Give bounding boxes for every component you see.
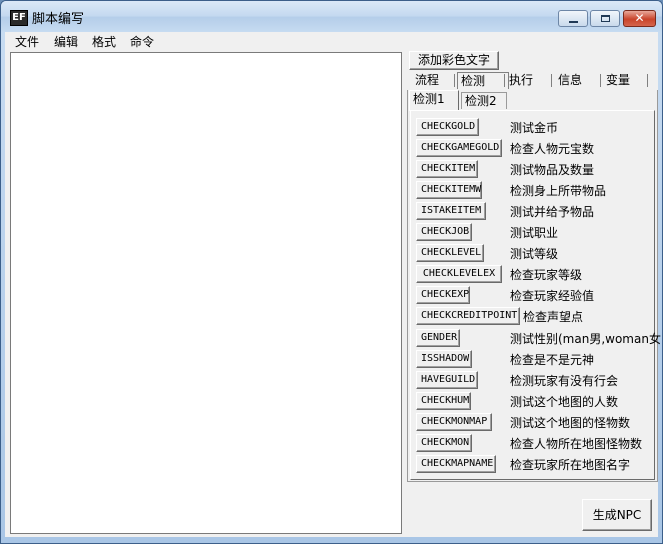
command-description: 测试这个地图的人数 bbox=[510, 395, 619, 409]
command-button[interactable]: CHECKEXP bbox=[416, 286, 470, 304]
command-button[interactable]: CHECKJOB bbox=[416, 223, 472, 241]
app-icon: EF bbox=[10, 10, 28, 26]
command-button[interactable]: CHECKLEVELEX bbox=[416, 265, 502, 283]
generate-npc-button[interactable]: 生成NPC bbox=[582, 499, 652, 531]
close-icon: ✕ bbox=[634, 11, 645, 25]
command-description: 测试等级 bbox=[510, 247, 559, 261]
sub-tab-row: 检测1 检测2 bbox=[407, 90, 658, 111]
menu-file[interactable]: 文件 bbox=[15, 33, 39, 50]
command-description: 测试这个地图的怪物数 bbox=[510, 416, 631, 430]
command-description: 测试职业 bbox=[510, 226, 559, 240]
tab-flow[interactable]: 流程 bbox=[412, 72, 442, 88]
command-description: 测试金币 bbox=[510, 121, 559, 135]
menu-command[interactable]: 命令 bbox=[130, 33, 154, 50]
command-button[interactable]: HAVEGUILD bbox=[416, 371, 478, 389]
command-button[interactable]: CHECKCREDITPOINT bbox=[416, 307, 520, 325]
minimize-icon bbox=[569, 21, 578, 23]
menu-format[interactable]: 格式 bbox=[92, 33, 116, 50]
command-description: 检查玩家所在地图名字 bbox=[510, 458, 631, 472]
tab-separator bbox=[551, 74, 552, 87]
script-editor-window: EF 脚本编写 ✕ 文件 编辑 格式 命令 添加彩色文字 流程 检测 执行 信息… bbox=[0, 0, 663, 544]
tab-separator bbox=[647, 74, 648, 87]
script-editor[interactable] bbox=[10, 52, 402, 534]
maximize-button[interactable] bbox=[590, 10, 620, 27]
tab-check[interactable]: 检测 bbox=[457, 72, 509, 89]
tab-separator bbox=[600, 74, 601, 87]
command-button[interactable]: CHECKLEVEL bbox=[416, 244, 484, 262]
command-description: 检查人物元宝数 bbox=[510, 142, 595, 156]
command-button[interactable]: CHECKGOLD bbox=[416, 118, 479, 136]
command-description: 测试性别(man男,woman女) bbox=[510, 332, 663, 346]
command-button[interactable]: CHECKITEM bbox=[416, 160, 478, 178]
maximize-icon bbox=[601, 15, 610, 22]
command-button[interactable]: ISTAKEITEM bbox=[416, 202, 486, 220]
menu-bar: 文件 编辑 格式 命令 bbox=[5, 32, 658, 50]
tab-info[interactable]: 信息 bbox=[555, 72, 585, 88]
title-bar[interactable]: EF 脚本编写 ✕ bbox=[1, 1, 662, 32]
command-button[interactable]: GENDER bbox=[416, 329, 460, 347]
add-color-text-button[interactable]: 添加彩色文字 bbox=[409, 51, 499, 70]
command-description: 检查玩家等级 bbox=[510, 268, 583, 282]
command-description: 检查声望点 bbox=[523, 310, 584, 324]
command-description: 检查人物所在地图怪物数 bbox=[510, 437, 643, 451]
minimize-button[interactable] bbox=[558, 10, 588, 27]
tab-variable[interactable]: 变量 bbox=[603, 72, 633, 88]
command-button[interactable]: CHECKMONMAP bbox=[416, 413, 492, 431]
command-button[interactable]: CHECKGAMEGOLD bbox=[416, 139, 502, 157]
command-button[interactable]: CHECKITEMW bbox=[416, 181, 482, 199]
command-button[interactable]: CHECKMAPNAME bbox=[416, 455, 496, 473]
menu-edit[interactable]: 编辑 bbox=[54, 33, 78, 50]
command-description: 检测玩家有没有行会 bbox=[510, 374, 619, 388]
command-button[interactable]: CHECKHUM bbox=[416, 392, 471, 410]
command-description: 检测身上所带物品 bbox=[510, 184, 607, 198]
tab-check1[interactable]: 检测1 bbox=[409, 90, 459, 111]
tab-execute[interactable]: 执行 bbox=[506, 72, 536, 88]
window-title: 脚本编写 bbox=[32, 12, 85, 27]
tab-separator bbox=[454, 74, 455, 87]
command-description: 测试物品及数量 bbox=[510, 163, 595, 177]
close-button[interactable]: ✕ bbox=[623, 10, 656, 27]
command-description: 测试并给予物品 bbox=[510, 205, 595, 219]
tab-check2[interactable]: 检测2 bbox=[461, 92, 507, 109]
command-button[interactable]: ISSHADOW bbox=[416, 350, 472, 368]
client-area: 添加彩色文字 流程 检测 执行 信息 变量 检测1 检测2 CHECKGOLD 测… bbox=[5, 50, 662, 537]
tab-separator bbox=[504, 74, 505, 87]
command-description: 检查是不是元神 bbox=[510, 353, 595, 367]
command-description: 检查玩家经验值 bbox=[510, 289, 595, 303]
command-button[interactable]: CHECKMON bbox=[416, 434, 472, 452]
